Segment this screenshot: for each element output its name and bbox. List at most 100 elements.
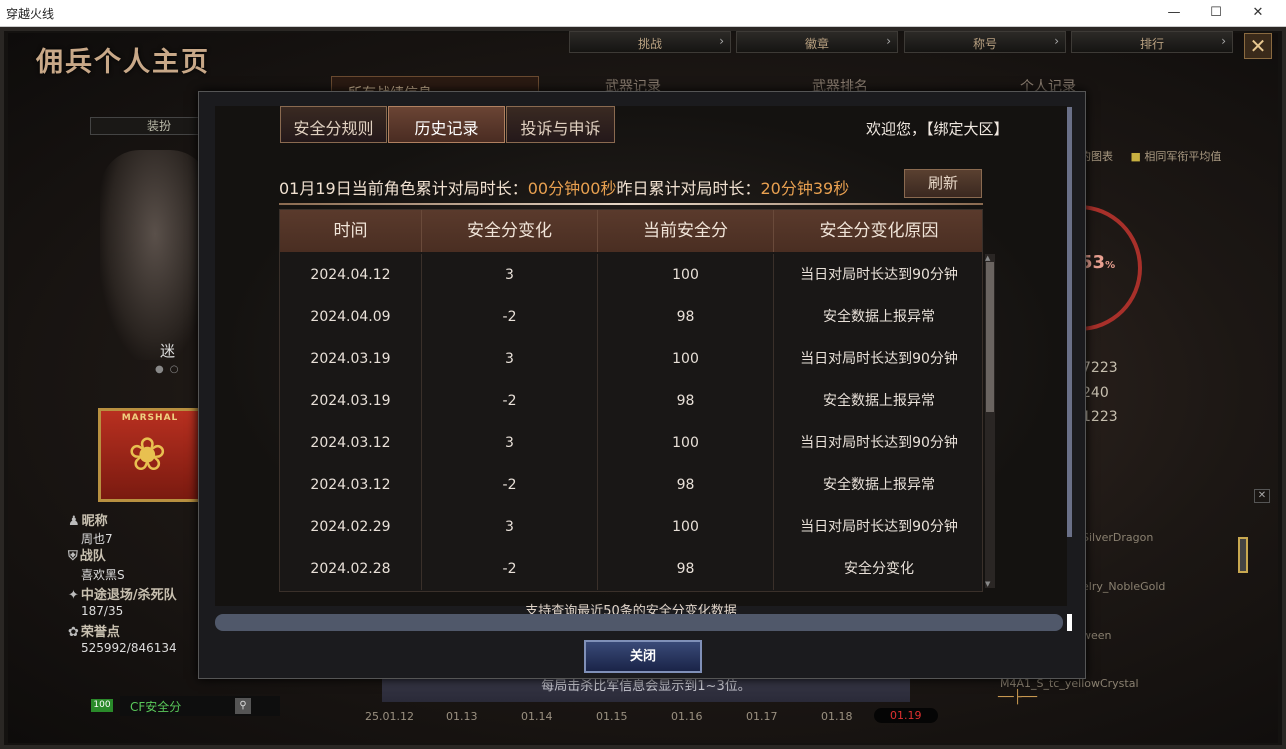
timeline-date[interactable]: 01.18 (821, 710, 853, 723)
close-icon[interactable]: ✕ (1244, 33, 1272, 59)
scrollbar-thumb[interactable] (986, 262, 994, 412)
topnav-label: 徽章 (805, 37, 830, 51)
topnav-badge[interactable]: 徽章 › (736, 31, 898, 53)
maximize-icon[interactable]: ☐ (1198, 2, 1234, 24)
topnav-label: 排行 (1140, 37, 1165, 51)
table-row: 2024.03.12 -2 98 安全数据上报异常 (280, 464, 982, 506)
stat-value: 7223 (1082, 360, 1118, 376)
table-row: 2024.03.19 3 100 当日对局时长达到90分钟 (280, 338, 982, 380)
cell-change: 3 (422, 422, 598, 464)
topnav-challenge[interactable]: 挑战 › (569, 31, 731, 53)
chevron-right-icon: › (1221, 34, 1226, 48)
honor-value: 525992/846134 (81, 641, 177, 655)
cell-score: 100 (598, 506, 774, 548)
rank-label: MARSHAL (121, 413, 179, 423)
timeline-date[interactable]: 25.01.12 (365, 710, 414, 723)
character-avatar (100, 150, 210, 360)
search-icon[interactable]: ⚲ (235, 698, 251, 714)
cell-change: -2 (422, 548, 598, 590)
table-row: 2024.02.28 -2 98 安全分变化 (280, 548, 982, 590)
cf-safe-input[interactable]: CF安全分 (120, 696, 280, 716)
timeline-date[interactable]: 01.15 (596, 710, 628, 723)
cell-date: 2024.03.12 (280, 422, 422, 464)
timeline-date-selected[interactable]: 01.19 (874, 708, 938, 723)
timeline-date[interactable]: 01.14 (521, 710, 553, 723)
stat-value: 240 (1082, 385, 1109, 401)
zoom-slider[interactable] (1238, 537, 1248, 573)
column-header-time: 时间 (280, 210, 422, 252)
column-header-change: 安全分变化 (422, 210, 598, 252)
table-header: 时间 安全分变化 当前安全分 安全分变化原因 (280, 210, 982, 252)
scroll-down-icon[interactable]: ▼ (985, 580, 990, 588)
column-header-reason: 安全分变化原因 (819, 221, 939, 241)
table-row: 2024.02.29 3 100 当日对局时长达到90分钟 (280, 506, 982, 548)
chevron-right-icon: › (719, 34, 724, 48)
rank-emblem: MARSHAL ❀ (98, 408, 202, 502)
nickname-heading: ♟ 昵称 (68, 514, 108, 529)
divider (279, 203, 983, 205)
team-value: 喜欢黑S (81, 568, 125, 582)
window-titlebar: 穿越火线 — ☐ ✕ (0, 0, 1286, 27)
weapon-item[interactable]: elry_NobleGold (1082, 580, 1165, 593)
close-button[interactable]: 关闭 (584, 640, 702, 673)
welcome-text: 欢迎您，【绑定大区】 (866, 120, 1009, 138)
refresh-button[interactable]: 刷新 (904, 169, 982, 198)
tab-history[interactable]: 历史记录 (388, 106, 505, 143)
cell-score: 100 (598, 254, 774, 296)
cell-date: 2024.04.09 (280, 296, 422, 338)
tab-appeal[interactable]: 投诉与申诉 (506, 106, 615, 143)
person-icon: ♟ (68, 514, 80, 529)
chevron-right-icon: › (886, 34, 891, 48)
shield-icon: ⛨ (68, 549, 78, 564)
cell-score: 98 (598, 380, 774, 422)
cf-score-badge: 100 (91, 699, 113, 712)
chevron-right-icon: › (1054, 34, 1059, 48)
cell-date: 2024.03.12 (280, 464, 422, 506)
chart-legend: 的图表 ■ 相同军衔平均值 (1080, 150, 1222, 163)
table-row: 2024.03.19 -2 98 安全数据上报异常 (280, 380, 982, 422)
cell-change: 3 (422, 506, 598, 548)
minimize-icon[interactable]: — (1156, 2, 1192, 24)
leaf-icon: ✿ (68, 625, 79, 640)
legend-swatch-icon: ■ (1130, 150, 1141, 163)
table-scrollbar[interactable]: ▲ ▼ (985, 254, 995, 588)
timeline-date[interactable]: 01.13 (446, 710, 478, 723)
stat-value: 1223 (1082, 409, 1118, 425)
cell-reason: 安全数据上报异常 (823, 393, 935, 409)
rank-star-icon: ❀ (128, 427, 167, 481)
topnav-label: 称号 (973, 37, 998, 51)
horizontal-scrollbar[interactable] (215, 614, 1063, 631)
timeline-date[interactable]: 01.16 (671, 710, 703, 723)
cell-score: 100 (598, 338, 774, 380)
cell-change: -2 (422, 464, 598, 506)
cell-date: 2024.02.28 (280, 548, 422, 590)
honor-heading: ✿ 荣誉点 (68, 625, 120, 640)
cell-score: 98 (598, 296, 774, 338)
weapon-item[interactable]: SilverDragon (1082, 531, 1153, 544)
topnav-rank[interactable]: 排行 › (1071, 31, 1233, 53)
cell-reason: 安全数据上报异常 (823, 309, 935, 325)
window-title: 穿越火线 (6, 7, 55, 21)
gun-icon: ──├── (998, 690, 1038, 705)
cell-reason: 当日对局时长达到90分钟 (800, 519, 958, 535)
close-window-icon[interactable]: ✕ (1240, 2, 1276, 24)
weapon-item[interactable]: ween (1082, 629, 1112, 642)
cell-change: 3 (422, 254, 598, 296)
table-row: 2024.03.12 3 100 当日对局时长达到90分钟 (280, 422, 982, 464)
column-header-score: 当前安全分 (598, 210, 774, 252)
runner-icon: ✦ (68, 588, 79, 603)
scroll-up-icon[interactable]: ▲ (985, 254, 990, 262)
cell-reason: 安全数据上报异常 (823, 477, 935, 493)
modal-vertical-scrollbar[interactable] (1067, 107, 1072, 537)
cell-change: -2 (422, 380, 598, 422)
topnav-title[interactable]: 称号 › (904, 31, 1066, 53)
cell-change: 3 (422, 338, 598, 380)
quit-heading: ✦ 中途退场/杀死队 (68, 588, 177, 603)
cell-reason: 安全分变化 (844, 561, 914, 577)
cell-date: 2024.03.19 (280, 380, 422, 422)
timeline-date[interactable]: 01.17 (746, 710, 778, 723)
tab-safety-rules[interactable]: 安全分规则 (280, 106, 387, 143)
carousel-dots[interactable]: ●○ (155, 364, 184, 375)
cell-score: 98 (598, 464, 774, 506)
close-icon[interactable]: ✕ (1254, 489, 1270, 503)
